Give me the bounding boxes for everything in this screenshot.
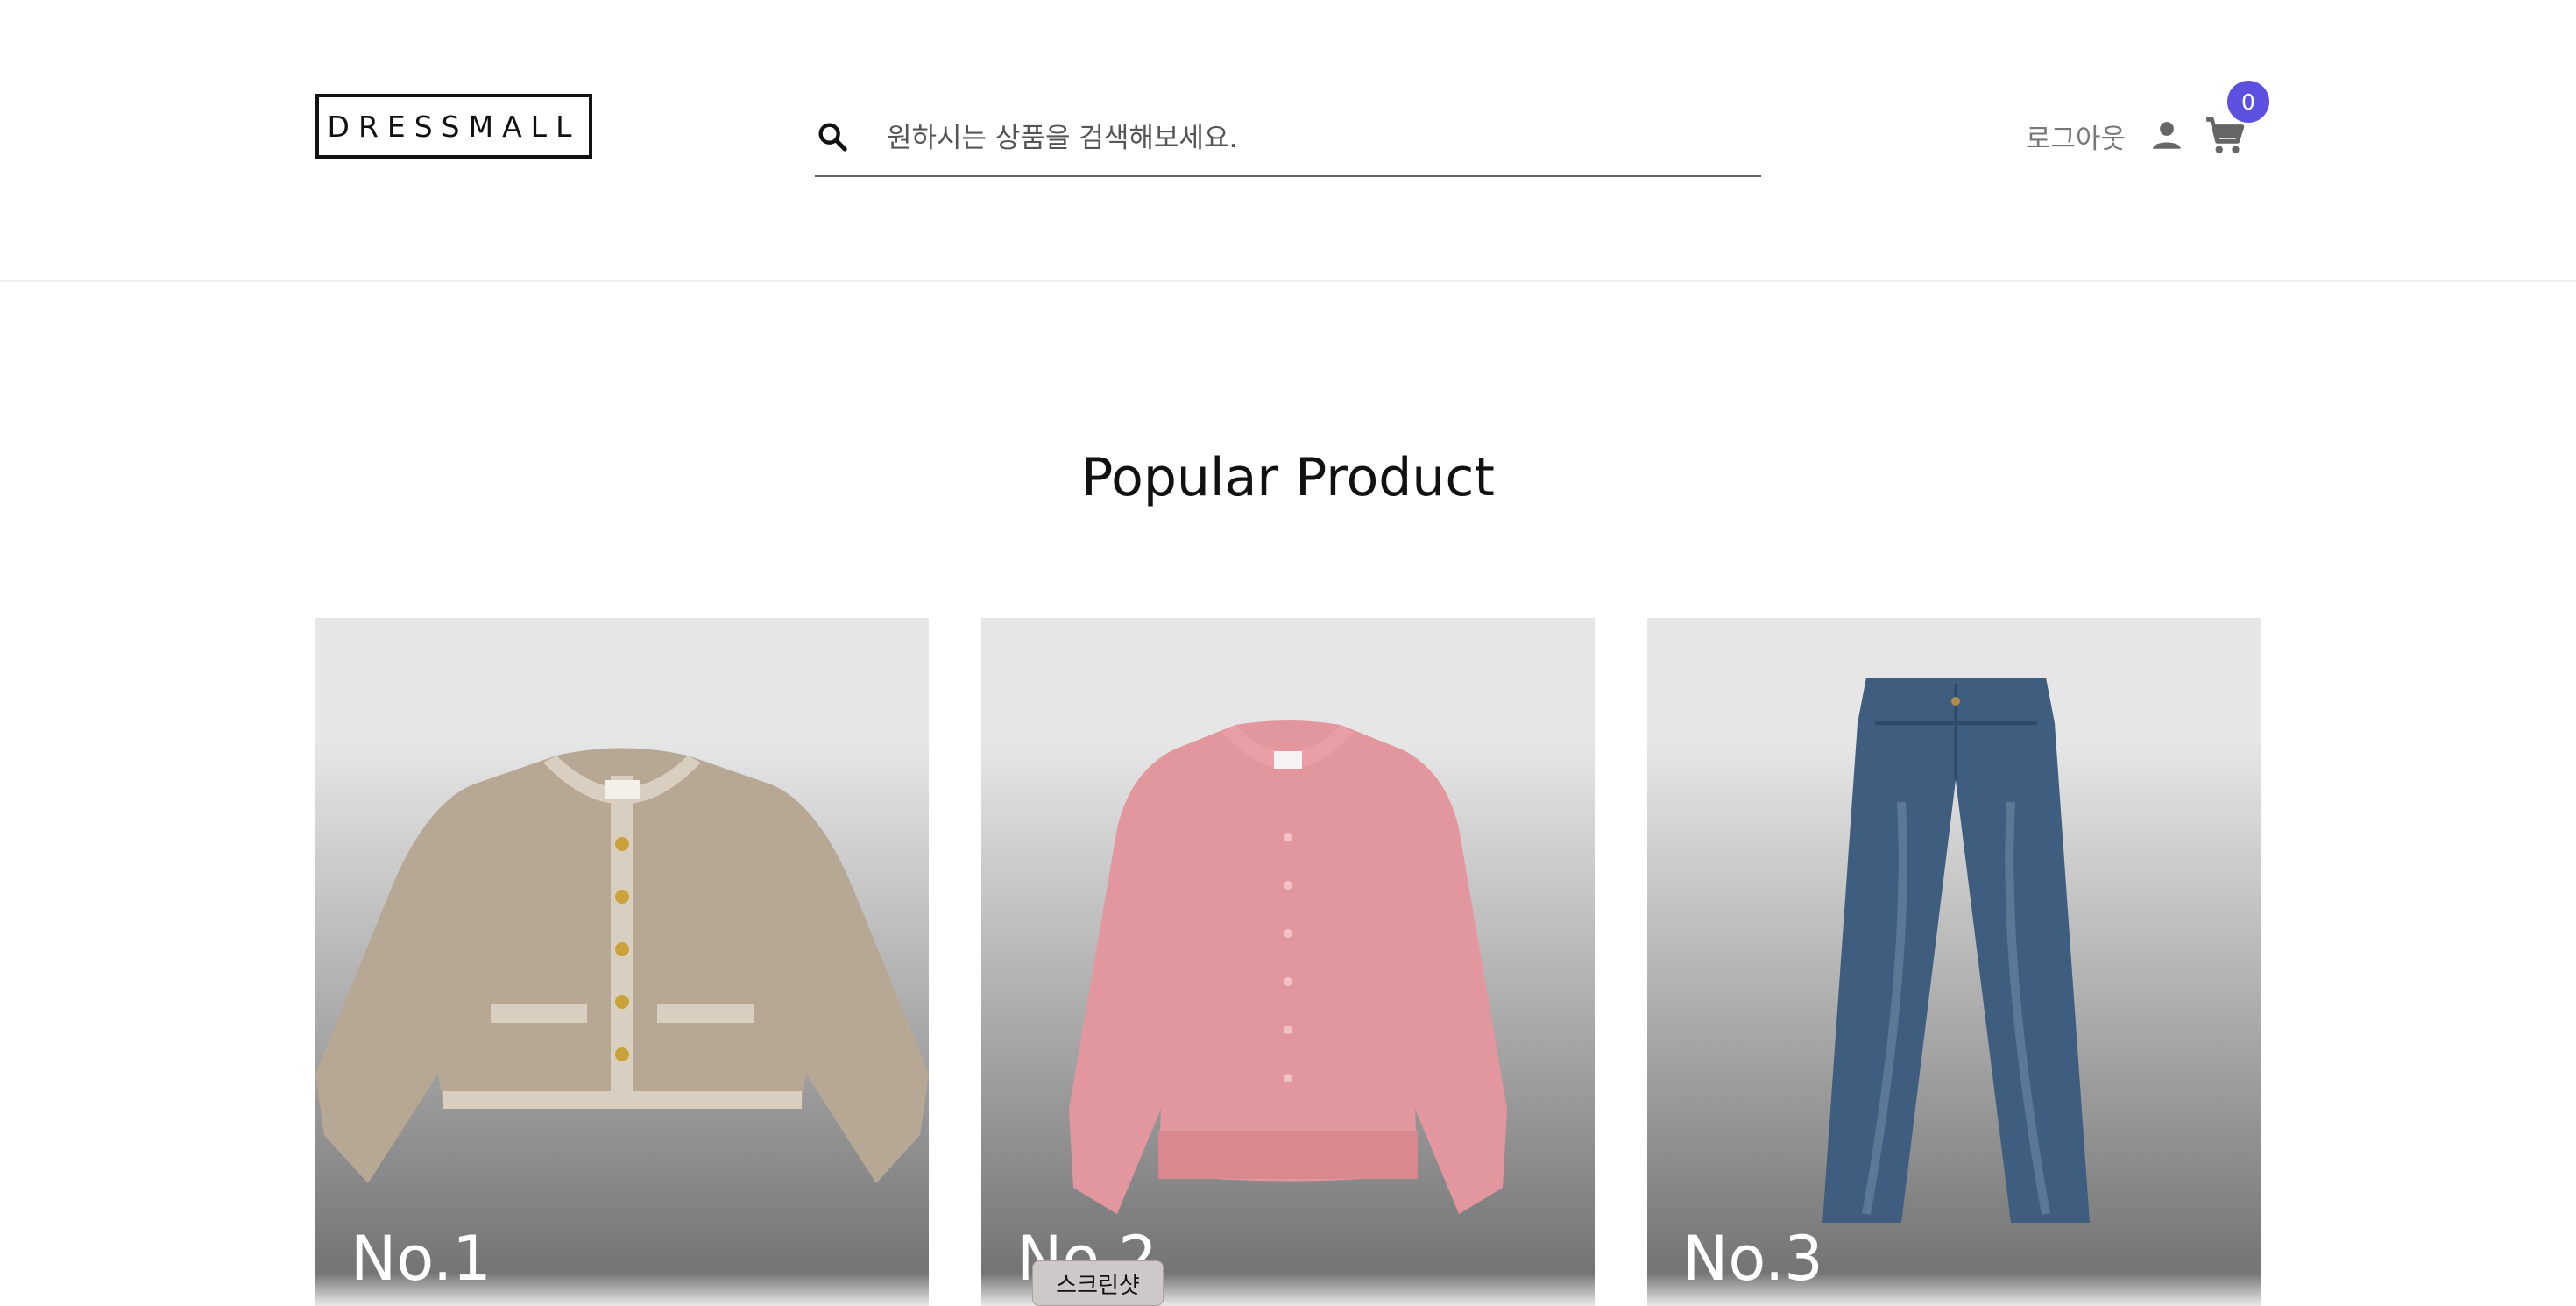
product-rank: No.1	[350, 1223, 492, 1295]
site-header: DRESSMALL 로그아웃 0	[0, 0, 2576, 282]
logo[interactable]: DRESSMALL	[315, 94, 592, 159]
section-title: Popular Product	[1081, 447, 1495, 508]
product-card[interactable]: No.1	[315, 618, 929, 1306]
screenshot-button[interactable]: 스크린샷	[1032, 1260, 1164, 1306]
search-input[interactable]	[885, 114, 1747, 163]
product-card[interactable]: No.2	[981, 618, 1595, 1306]
cardigan-beige-icon	[315, 748, 929, 1183]
cardigan-pink-icon	[1069, 720, 1507, 1214]
cart-count-badge: 0	[2227, 81, 2269, 123]
jeans-icon	[1822, 678, 2090, 1223]
product-rank: No.3	[1682, 1223, 1823, 1295]
search-bar	[815, 105, 1761, 177]
product-card[interactable]: No.3	[1647, 618, 2261, 1306]
user-icon[interactable]	[2148, 117, 2185, 153]
search-icon[interactable]	[815, 119, 850, 154]
logout-link[interactable]: 로그아웃	[2026, 117, 2126, 156]
